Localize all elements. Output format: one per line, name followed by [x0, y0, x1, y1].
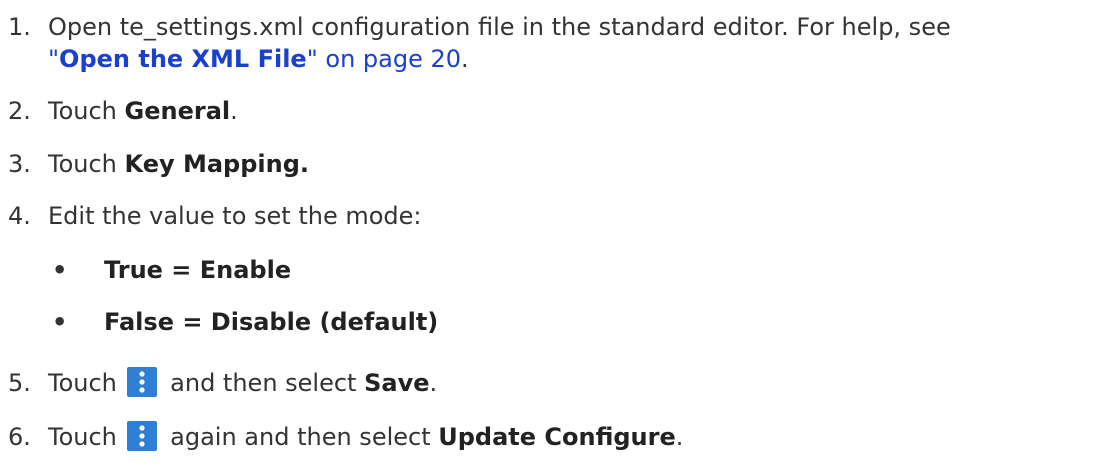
step-bold-label: Save — [364, 369, 430, 397]
step-5: 5. Touch and then select Save. — [8, 367, 437, 399]
step-1-continuation: "Open the XML File" on page 20. — [48, 44, 469, 75]
step-text-mid: and then select — [162, 369, 365, 397]
step-2: 2. Touch General. — [8, 96, 238, 127]
step-4: 4. Edit the value to set the mode: — [8, 201, 422, 232]
step-text: Touch — [48, 423, 125, 451]
step-number: 6. — [8, 423, 31, 451]
step-bold-label: Key Mapping. — [124, 150, 310, 178]
document-page: 1. Open te_settings.xml configuration fil… — [0, 0, 1101, 466]
step-number: 4. — [8, 202, 31, 230]
step-6: 6. Touch again and then select Update Con… — [8, 421, 683, 453]
step-text-end: . — [230, 97, 238, 125]
link-quote-close: " — [306, 45, 318, 73]
step-3: 3. Touch Key Mapping. — [8, 149, 309, 180]
kebab-menu-icon — [126, 367, 157, 397]
link-title: Open the XML File — [59, 45, 307, 73]
kebab-menu-icon — [126, 421, 157, 451]
step-bold-label: Update Configure — [438, 423, 676, 451]
step-text-end: . — [461, 45, 469, 73]
link-quote-open: " — [48, 45, 60, 73]
bullet-dot: • — [52, 256, 68, 284]
step-number: 3. — [8, 150, 31, 178]
step-bold-label: General — [124, 97, 231, 125]
step-number: 2. — [8, 97, 31, 125]
step-number: 5. — [8, 369, 31, 397]
step-text: Edit the value to set the mode: — [48, 202, 422, 230]
bullet-text: False = Disable (default) — [104, 308, 439, 336]
step-text-end: . — [675, 423, 684, 451]
bullet-dot: • — [52, 308, 68, 336]
step-text-mid: again and then select — [162, 423, 439, 451]
step-text: Touch — [48, 97, 125, 125]
open-xml-file-link[interactable]: "Open the XML File" on page 20 — [48, 45, 461, 73]
step-text: Touch — [48, 150, 125, 178]
step-number: 1. — [8, 13, 31, 41]
link-page-ref: on page 20 — [317, 45, 462, 73]
step-text: Touch — [48, 369, 125, 397]
bullet-item: • True = Enable — [52, 255, 291, 286]
bullet-item: • False = Disable (default) — [52, 307, 438, 338]
step-text-end: . — [429, 369, 438, 397]
step-text: Open te_settings.xml configuration file … — [48, 13, 951, 41]
bullet-text: True = Enable — [104, 256, 292, 284]
step-1: 1. Open te_settings.xml configuration fil… — [8, 12, 951, 43]
